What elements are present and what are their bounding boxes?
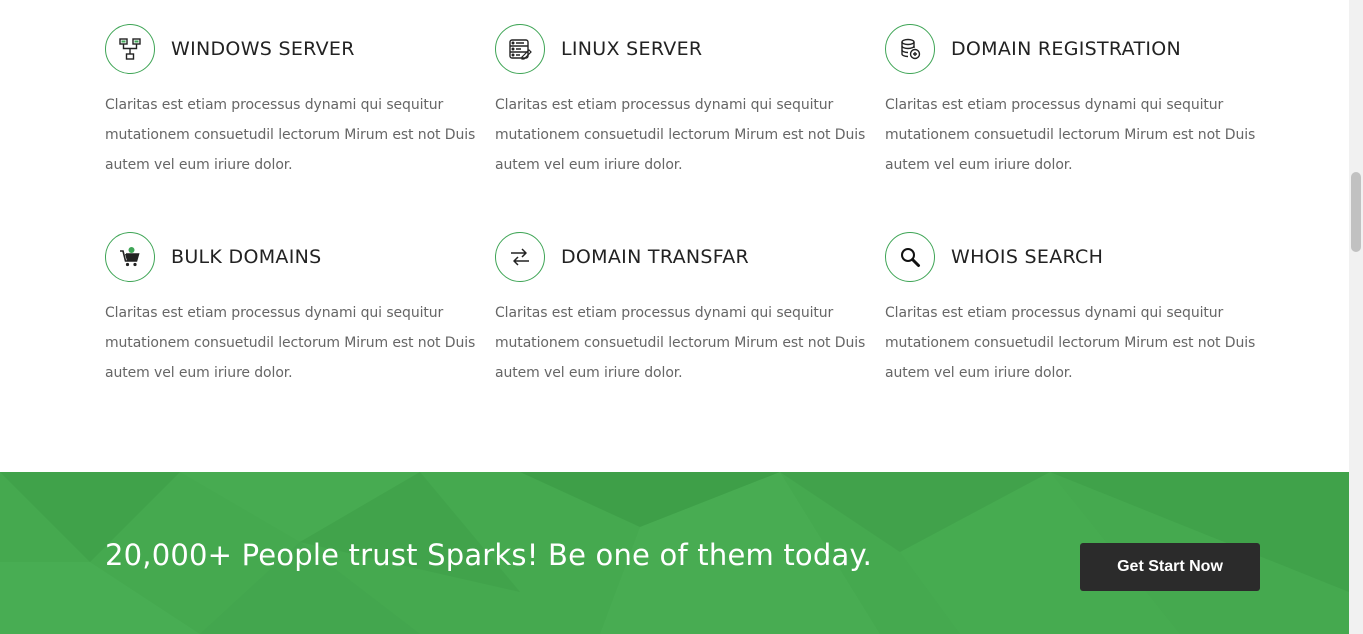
- network-icon: [105, 24, 155, 74]
- scrollbar-thumb[interactable]: [1351, 172, 1361, 252]
- feature-domain-registration: DOMAIN REGISTRATION Claritas est etiam p…: [885, 24, 1255, 180]
- feature-description: Claritas est etiam processus dynami qui …: [105, 97, 476, 173]
- database-add-icon: [885, 24, 935, 74]
- feature-description: Claritas est etiam processus dynami qui …: [105, 305, 476, 381]
- feature-header: BULK DOMAINS: [105, 232, 475, 282]
- feature-title: DOMAIN REGISTRATION: [951, 38, 1182, 60]
- feature-description: Claritas est etiam processus dynami qui …: [495, 97, 866, 173]
- feature-title: WHOIS SEARCH: [951, 246, 1104, 268]
- feature-whois-search: WHOIS SEARCH Claritas est etiam processu…: [885, 232, 1255, 388]
- feature-header: DOMAIN TRANSFAR: [495, 232, 865, 282]
- feature-linux-server: LINUX SERVER Claritas est etiam processu…: [495, 24, 865, 180]
- transfer-arrows-icon: [495, 232, 545, 282]
- vertical-scrollbar[interactable]: [1349, 0, 1363, 634]
- feature-description: Claritas est etiam processus dynami qui …: [495, 305, 866, 381]
- feature-header: WHOIS SEARCH: [885, 232, 1255, 282]
- feature-title: LINUX SERVER: [561, 38, 703, 60]
- get-start-now-button[interactable]: Get Start Now: [1080, 543, 1260, 591]
- feature-description: Claritas est etiam processus dynami qui …: [885, 305, 1256, 381]
- feature-bulk-domains: BULK DOMAINS Claritas est etiam processu…: [105, 232, 475, 388]
- feature-description: Claritas est etiam processus dynami qui …: [885, 97, 1256, 173]
- feature-title: DOMAIN TRANSFAR: [561, 246, 750, 268]
- feature-header: LINUX SERVER: [495, 24, 865, 74]
- cta-headline: 20,000+ People trust Sparks! Be one of t…: [105, 538, 873, 572]
- server-list-icon: [495, 24, 545, 74]
- feature-header: WINDOWS SERVER: [105, 24, 475, 74]
- feature-domain-transfer: DOMAIN TRANSFAR Claritas est etiam proce…: [495, 232, 865, 388]
- page-viewport: WINDOWS SERVER Claritas est etiam proces…: [0, 0, 1349, 634]
- search-icon: [885, 232, 935, 282]
- features-section: WINDOWS SERVER Claritas est etiam proces…: [0, 0, 1349, 472]
- feature-header: DOMAIN REGISTRATION: [885, 24, 1255, 74]
- cta-banner: 20,000+ People trust Sparks! Be one of t…: [0, 472, 1349, 634]
- feature-title: BULK DOMAINS: [171, 246, 322, 268]
- feature-title: WINDOWS SERVER: [171, 38, 355, 60]
- cart-icon: [105, 232, 155, 282]
- feature-windows-server: WINDOWS SERVER Claritas est etiam proces…: [105, 24, 475, 180]
